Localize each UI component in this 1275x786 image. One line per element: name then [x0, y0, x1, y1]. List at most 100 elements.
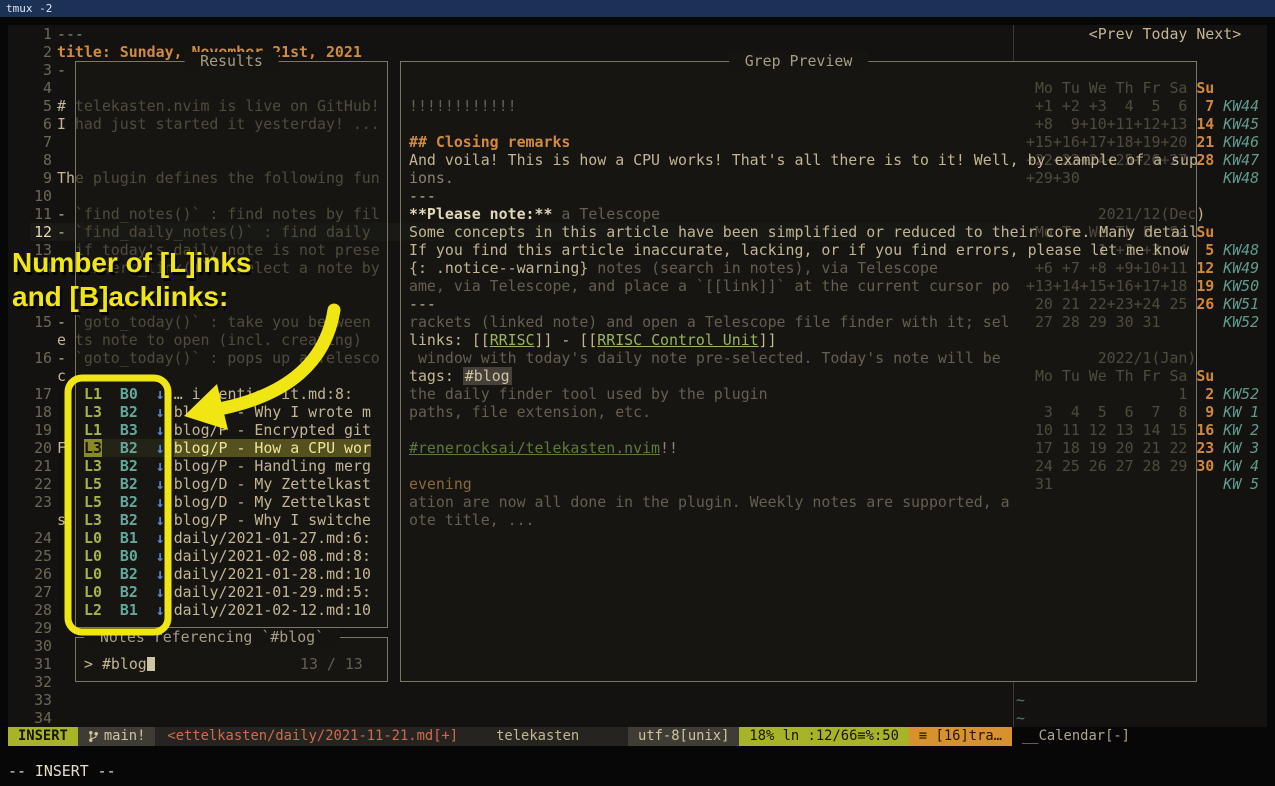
note-arrow-icon: ↓ — [156, 583, 165, 601]
git-branch-segment: main! — [78, 727, 156, 746]
result-row[interactable]: L5 B2 ↓ blog/D - My Zettelkast — [84, 475, 371, 493]
note-name: daily/2021-01-29.md:5: — [174, 583, 371, 601]
project-name: telekasten — [470, 727, 593, 746]
links-count: L3 — [84, 439, 102, 457]
encoding-indicator: utf-8[unix] — [628, 727, 739, 746]
line-number: 32 — [8, 673, 52, 691]
calendar-week-number: KW48 — [1214, 241, 1259, 259]
line-number: 29 — [8, 619, 52, 637]
preview-segment: Some concepts in this article have been … — [409, 223, 1198, 241]
buffer-line: c — [57, 367, 66, 385]
links-count: L3 — [84, 403, 102, 421]
calendar-nav[interactable]: <Prev Today Next> — [1026, 25, 1241, 43]
links-count: L1 — [84, 385, 102, 403]
calendar-week-number: KW44 — [1214, 97, 1259, 115]
note-arrow-icon: ↓ — [156, 601, 165, 619]
result-row[interactable]: L0 B1 ↓ daily/2021-01-27.md:6: — [84, 529, 371, 547]
calendar-week-number: KW48 — [1214, 169, 1259, 187]
preview-segment: #blog — [463, 367, 512, 385]
result-counter: 13 / 13 — [300, 655, 363, 673]
line-number: 15 — [8, 313, 52, 331]
note-name: blog/P - Handling merg — [174, 457, 371, 475]
calendar-week-number: KW52 — [1214, 385, 1259, 403]
note-name: blog/P - How a CPU wor — [174, 439, 371, 457]
empty-line-tilde: ~ — [1016, 709, 1025, 727]
preview-line: window with today's daily note pre-selec… — [409, 349, 1001, 367]
links-count: L1 — [84, 421, 102, 439]
preview-line: !!!!!!!!!!!! — [409, 97, 517, 115]
calendar-week-number: KW46 — [1214, 133, 1259, 151]
search-query-text: #blog — [102, 655, 147, 673]
line-number: 30 — [8, 637, 52, 655]
calendar-week-number: KW49 — [1214, 259, 1259, 277]
calendar-week-number: KW 1 — [1214, 403, 1259, 421]
preview-line: paths, file extension, etc. — [409, 403, 651, 421]
tmux-status-bar: tmux -2 — [0, 0, 1275, 17]
result-row[interactable]: L0 B2 ↓ daily/2021-01-29.md:5: — [84, 583, 371, 601]
preview-segment: window with today's daily note pre-selec… — [409, 349, 1001, 367]
calendar-week-number: KW 3 — [1214, 439, 1259, 457]
links-count: L0 — [84, 547, 102, 565]
line-number: 2 — [8, 43, 52, 61]
result-row[interactable]: L3 B2 ↓ blog/P - Why I switche — [84, 511, 371, 529]
result-row[interactable]: L3 B2 ↓ blog/P - Why I wrote m — [84, 403, 371, 421]
preview-line: rackets (linked note) and open a Telesco… — [409, 313, 1010, 331]
result-row[interactable]: L3 B2 ↓ blog/P - Handling merg — [84, 457, 371, 475]
note-arrow-icon: ↓ — [156, 421, 165, 439]
search-input[interactable]: > #blog — [84, 655, 155, 673]
buffer-line: --- — [57, 25, 84, 43]
calendar-week-number: KW50 — [1214, 277, 1259, 295]
line-number: 8 — [8, 151, 52, 169]
preview-line: --- — [409, 295, 436, 313]
line-number: 10 — [8, 187, 52, 205]
preview-segment: rackets (linked note) and open a Telesco… — [409, 313, 1010, 331]
calendar-window-statusline: __Calendar[-] — [1022, 727, 1130, 746]
line-number: 20 — [8, 439, 52, 457]
calendar-week-number: KW 4 — [1214, 457, 1259, 475]
line-number: 27 — [8, 583, 52, 601]
result-row[interactable]: L2 B1 ↓ daily/2021-02-12.md:10 — [84, 601, 371, 619]
result-row[interactable]: L3 B2 ↓ blog/P - How a CPU wor — [84, 439, 371, 457]
preview-window-title: Grep Preview — [729, 52, 869, 70]
prompt-window-title: Notes referencing `#blog` — [84, 628, 340, 646]
result-row[interactable]: L5 B2 ↓ blog/D - My Zettelkast — [84, 493, 371, 511]
preview-line: evening — [409, 475, 472, 493]
line-number: 12 — [8, 223, 52, 241]
git-branch-icon — [88, 730, 99, 743]
note-arrow-icon: ↓ — [156, 403, 165, 421]
preview-segment: ]] - [[ — [535, 331, 598, 349]
note-arrow-icon: ↓ — [156, 439, 165, 457]
preview-line: ions. — [409, 169, 454, 187]
links-count: L2 — [84, 601, 102, 619]
note-name: blog/D - My Zettelkast — [174, 475, 371, 493]
preview-line: ote title, ... — [409, 511, 535, 529]
line-number: 3 — [8, 61, 52, 79]
buffer-indicator: ≡ [16]tra… — [909, 727, 1012, 746]
buffer-line: F — [57, 439, 66, 457]
line-number: 5 — [8, 97, 52, 115]
line-number: 26 — [8, 565, 52, 583]
calendar-week-number: KW 5 — [1214, 475, 1259, 493]
backlinks-count: B1 — [120, 529, 138, 547]
preview-segment: ame, via Telescope, and place a `[[link]… — [409, 277, 1010, 295]
note-name: … i mention it.md:8: — [174, 385, 353, 403]
backlinks-count: B1 — [120, 601, 138, 619]
preview-line: **Please note:** a Telescope — [409, 205, 660, 223]
preview-segment: ]] — [759, 331, 777, 349]
links-count: L5 — [84, 475, 102, 493]
links-count: L3 — [84, 511, 102, 529]
result-row[interactable]: L1 B3 ↓ blog/P - Encrypted git — [84, 421, 371, 439]
links-count: L3 — [84, 457, 102, 475]
result-row[interactable]: L0 B0 ↓ daily/2021-02-08.md:8: — [84, 547, 371, 565]
line-number: 9 — [8, 169, 52, 187]
command-line-mode-text: -- INSERT -- — [8, 762, 116, 781]
note-name: daily/2021-01-27.md:6: — [174, 529, 371, 547]
line-number: 11 — [8, 205, 52, 223]
result-row[interactable]: L1 B0 ↓ … i mention it.md:8: — [84, 385, 353, 403]
text-cursor — [147, 657, 155, 671]
result-row[interactable]: L0 B2 ↓ daily/2021-01-28.md:10 — [84, 565, 371, 583]
note-name: daily/2021-02-08.md:8: — [174, 547, 371, 565]
preview-segment: evening — [409, 475, 472, 493]
line-number: 23 — [8, 493, 52, 511]
annotation-line2: and [B]acklinks: — [12, 281, 228, 312]
